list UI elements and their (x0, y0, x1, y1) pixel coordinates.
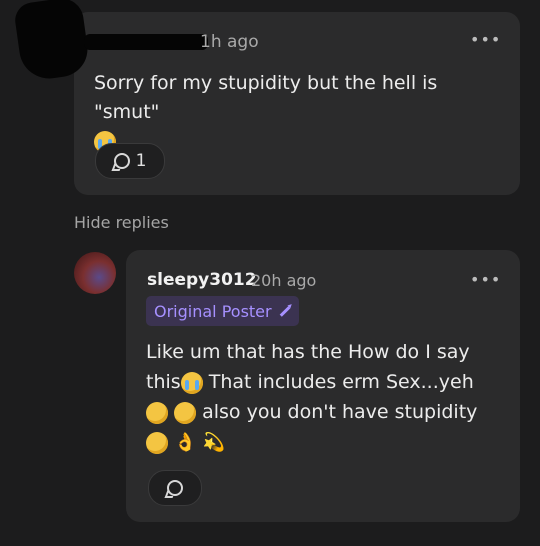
crying-emoji-icon (180, 371, 203, 394)
comment-body: Sorry for my stupidity but the hell is "… (94, 72, 438, 123)
reply-line-2a: this (146, 371, 181, 393)
reply-count: 1 (135, 151, 147, 171)
reply-line-3b: also you don't have stupidity (196, 401, 478, 423)
sweat-smile-emoji-icon (174, 401, 197, 424)
reply-line-1: Like um that has the How do I say (146, 341, 470, 363)
reply-username[interactable]: sleepy3012 (147, 270, 257, 290)
reply-timestamp: 20h ago (251, 271, 317, 290)
original-poster-badge: Original Poster (146, 296, 299, 326)
reply-text: Like um that has the How do I say this T… (146, 337, 496, 458)
smile-emoji-icon (146, 431, 168, 454)
reply-button[interactable] (148, 470, 202, 506)
comment-timestamp: 1h ago (200, 32, 259, 52)
neutral-face-emoji-icon (146, 401, 168, 424)
comment-bubble-icon (167, 480, 183, 496)
more-horizontal-icon[interactable]: ••• (470, 30, 501, 49)
ok-hand-emoji-icon: 👌 (174, 432, 197, 453)
badge-label: Original Poster (154, 301, 272, 321)
dizzy-emoji-icon: 💫 (202, 432, 225, 453)
reply-count-button[interactable]: 1 (95, 143, 165, 179)
more-horizontal-icon[interactable]: ••• (470, 270, 501, 289)
comment-bubble-icon (113, 153, 130, 169)
comment-text: Sorry for my stupidity but the hell is "… (94, 69, 508, 156)
reply-line-2b: That includes erm Sex...yeh (202, 371, 474, 393)
pencil-icon (279, 305, 290, 317)
hide-replies-link[interactable]: Hide replies (74, 213, 169, 232)
avatar[interactable] (74, 252, 116, 294)
redacted-username (84, 34, 208, 50)
